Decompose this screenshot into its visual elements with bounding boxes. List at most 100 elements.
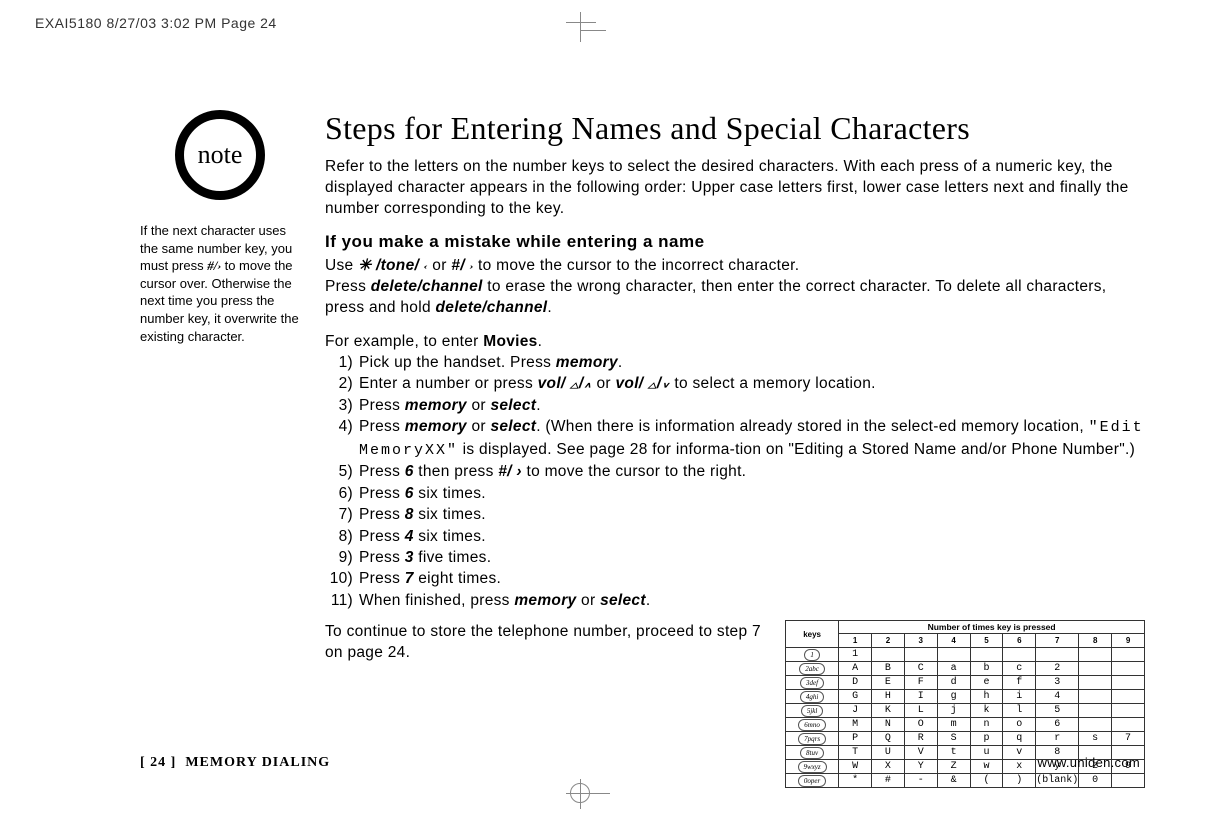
table-cell: h bbox=[970, 690, 1003, 704]
table-cell: K bbox=[872, 704, 905, 718]
table-cell bbox=[1112, 718, 1145, 732]
table-cell: g bbox=[937, 690, 970, 704]
table-cell: B bbox=[872, 662, 905, 676]
table-key-cell: 4ghi bbox=[786, 690, 839, 704]
page-title: Steps for Entering Names and Special Cha… bbox=[325, 110, 1145, 147]
table-cell: F bbox=[904, 676, 937, 690]
table-cell bbox=[1112, 676, 1145, 690]
table-cell bbox=[1079, 718, 1112, 732]
table-cell: Q bbox=[872, 732, 905, 746]
step-row: 9)Press 3 five times. bbox=[325, 547, 1145, 568]
table-cell: 1 bbox=[839, 648, 872, 662]
table-cell: H bbox=[872, 690, 905, 704]
print-header: EXAI5180 8/27/03 3:02 PM Page 24 bbox=[35, 15, 277, 31]
page-number: [ 24 ] bbox=[140, 755, 176, 770]
table-cell: I bbox=[904, 690, 937, 704]
intro-paragraph: Refer to the letters on the number keys … bbox=[325, 157, 1145, 220]
footer-left: [ 24 ] MEMORY DIALING bbox=[140, 755, 330, 771]
table-cell: a bbox=[937, 662, 970, 676]
table-cell: 4 bbox=[1036, 690, 1079, 704]
table-row: 3defDEFdef3 bbox=[786, 676, 1145, 690]
table-cell: M bbox=[839, 718, 872, 732]
sidebar-text: If the next character uses the same numb… bbox=[140, 222, 300, 345]
table-cell: 3 bbox=[1036, 676, 1079, 690]
table-key-cell: 3def bbox=[786, 676, 839, 690]
table-cell: d bbox=[937, 676, 970, 690]
table-cell: r bbox=[1036, 732, 1079, 746]
table-cell bbox=[872, 648, 905, 662]
step-row: 6)Press 6 six times. bbox=[325, 483, 1145, 504]
table-row: 11 bbox=[786, 648, 1145, 662]
table-cell: 7 bbox=[1112, 732, 1145, 746]
table-cell: - bbox=[904, 774, 937, 788]
table-col-header: 9 bbox=[1112, 634, 1145, 648]
table-cell bbox=[1112, 690, 1145, 704]
table-cell: L bbox=[904, 704, 937, 718]
table-key-cell: 5jkl bbox=[786, 704, 839, 718]
table-col-header: 3 bbox=[904, 634, 937, 648]
table-cell: * bbox=[839, 774, 872, 788]
table-cell bbox=[1079, 676, 1112, 690]
table-col-header: 8 bbox=[1079, 634, 1112, 648]
table-cell bbox=[1112, 704, 1145, 718]
table-cell: i bbox=[1003, 690, 1036, 704]
step-row: 11)When finished, press memory or select… bbox=[325, 590, 1145, 611]
table-cell bbox=[937, 648, 970, 662]
table-cell bbox=[1079, 648, 1112, 662]
table-cell: n bbox=[970, 718, 1003, 732]
step-row: 3)Press memory or select. bbox=[325, 395, 1145, 416]
footer-url: www.uniden.com bbox=[1038, 755, 1140, 771]
table-cell bbox=[1112, 774, 1145, 788]
step-row: 8)Press 4 six times. bbox=[325, 526, 1145, 547]
mistake-paragraph: Use ✳ /tone/ ‹ or #/ › to move the curso… bbox=[325, 256, 1145, 319]
table-cell: ) bbox=[1003, 774, 1036, 788]
table-row: 2abcABCabc2 bbox=[786, 662, 1145, 676]
table-cell: e bbox=[970, 676, 1003, 690]
table-cell: D bbox=[839, 676, 872, 690]
table-title: Number of times key is pressed bbox=[839, 621, 1145, 634]
table-cell: 6 bbox=[1036, 718, 1079, 732]
table-cell: b bbox=[970, 662, 1003, 676]
step-row: 5)Press 6 then press #/ › to move the cu… bbox=[325, 461, 1145, 482]
table-cell: k bbox=[970, 704, 1003, 718]
table-cell bbox=[1112, 662, 1145, 676]
table-cell: j bbox=[937, 704, 970, 718]
sidebar-note: note If the next character uses the same… bbox=[140, 110, 300, 345]
table-cell: 5 bbox=[1036, 704, 1079, 718]
table-cell bbox=[904, 648, 937, 662]
table-cell: G bbox=[839, 690, 872, 704]
table-cell bbox=[1003, 648, 1036, 662]
table-key-cell: 2abc bbox=[786, 662, 839, 676]
table-col-header: 6 bbox=[1003, 634, 1036, 648]
steps-list: 1)Pick up the handset. Press memory.2)En… bbox=[325, 352, 1145, 611]
section-name: MEMORY DIALING bbox=[185, 755, 330, 770]
table-cell: m bbox=[937, 718, 970, 732]
table-cell: o bbox=[1003, 718, 1036, 732]
table-cell: P bbox=[839, 732, 872, 746]
table-col-header: 4 bbox=[937, 634, 970, 648]
table-col-header: 1 bbox=[839, 634, 872, 648]
example-block: For example, to enter Movies. 1)Pick up … bbox=[325, 331, 1145, 612]
note-label: note bbox=[198, 137, 243, 172]
table-cell bbox=[1112, 648, 1145, 662]
table-cell bbox=[970, 648, 1003, 662]
table-cell: O bbox=[904, 718, 937, 732]
note-icon: note bbox=[175, 110, 265, 200]
table-cell: & bbox=[937, 774, 970, 788]
continue-paragraph: To continue to store the telephone numbe… bbox=[325, 621, 765, 664]
step-row: 7)Press 8 six times. bbox=[325, 504, 1145, 525]
table-cell: # bbox=[872, 774, 905, 788]
table-cell: S bbox=[937, 732, 970, 746]
table-cell: (blank) bbox=[1036, 774, 1079, 788]
main-content: Steps for Entering Names and Special Cha… bbox=[325, 110, 1145, 664]
step-row: 2)Enter a number or press vol/ △/∧ or vo… bbox=[325, 373, 1145, 394]
sidebar-key: #/› bbox=[207, 258, 221, 273]
table-cell: N bbox=[872, 718, 905, 732]
table-cell bbox=[1079, 690, 1112, 704]
table-cell: c bbox=[1003, 662, 1036, 676]
example-intro: For example, to enter Movies. bbox=[325, 331, 1145, 352]
crop-mark-bottom bbox=[580, 783, 640, 823]
table-key-cell: 1 bbox=[786, 648, 839, 662]
crop-mark-top bbox=[580, 12, 640, 42]
table-cell bbox=[1079, 662, 1112, 676]
